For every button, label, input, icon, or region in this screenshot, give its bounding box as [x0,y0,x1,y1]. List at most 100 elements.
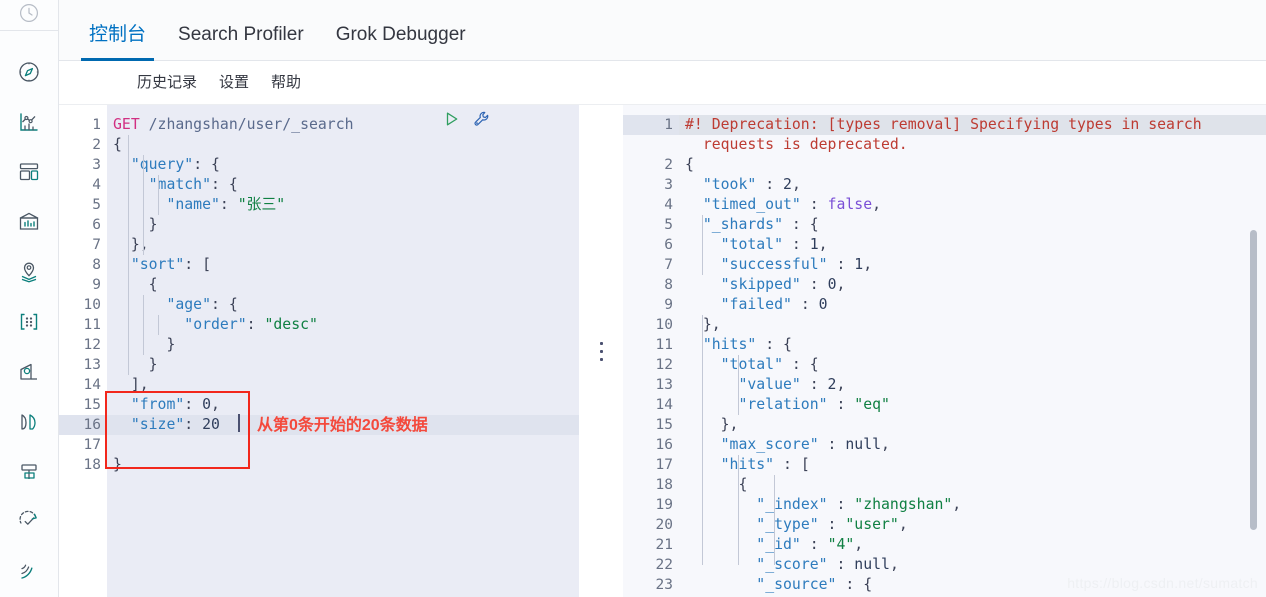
code-line[interactable]: "relation" : "eq" [679,395,1266,415]
code-token: , [952,496,962,513]
sidebar-item-apm[interactable] [0,447,59,497]
indent-guide [702,215,703,275]
subnav-item-settings[interactable]: 设置 [219,75,249,90]
code-line[interactable]: "failed" : 0 [679,295,1266,315]
code-line[interactable]: "name": "张三" [107,195,579,215]
code-line[interactable]: "_score" : null, [679,555,1266,575]
sidebar-item-canvas[interactable] [0,197,59,247]
line-number: 13 [655,377,673,393]
code-line[interactable]: #! Deprecation: [types removal] Specifyi… [679,115,1266,135]
line-number: 9▼ [59,275,120,295]
code-line[interactable]: "from": 0, [107,395,579,415]
code-line[interactable]: { [107,275,579,295]
sidebar-item-visualize[interactable] [0,97,59,147]
code-line[interactable]: "hits" : [ [679,455,1266,475]
sidebar-item-maps[interactable] [0,247,59,297]
code-token: , [211,396,220,413]
code-token: : { [211,176,238,193]
code-token: 20 [202,416,220,433]
code-line[interactable]: "successful" : 1, [679,255,1266,275]
code-line[interactable]: "max_score" : null, [679,435,1266,455]
code-line[interactable]: }, [107,235,579,255]
response-gutter[interactable]: 12▼345▼678910▲11▼12▼131415▲1617▼18▼19202… [623,105,692,597]
code-line[interactable]: }, [679,415,1266,435]
discover-icon [17,60,41,84]
code-line[interactable]: GET /zhangshan/user/_search [107,115,579,135]
recently-viewed-button[interactable] [0,0,58,31]
code-line[interactable]: "timed_out" : false, [679,195,1266,215]
play-icon[interactable] [443,110,461,134]
line-number: 14 [655,397,673,413]
sidebar-item-infrastructure[interactable] [0,347,59,397]
sidebar-item-machine-learning[interactable] [0,297,59,347]
code-line[interactable]: } [107,335,579,355]
line-number: 23▼ [623,575,692,595]
code-line[interactable]: { [679,475,1266,495]
wrench-icon[interactable] [473,110,492,134]
code-token: , [836,376,846,393]
code-line[interactable] [107,435,579,455]
code-line[interactable]: "total" : { [679,355,1266,375]
subnav-item-history[interactable]: 历史记录 [137,75,197,90]
code-line[interactable]: "match": { [107,175,579,195]
code-line[interactable]: { [107,135,579,155]
tab-grok-debugger[interactable]: Grok Debugger [320,25,482,60]
response-scrollbar[interactable] [1250,230,1257,530]
code-line[interactable]: "order": "desc" [107,315,579,335]
code-line[interactable]: { [679,155,1266,175]
indent-guide [738,455,739,565]
code-line[interactable]: "hits" : { [679,335,1266,355]
tab-console[interactable]: 控制台 [73,25,162,61]
code-line[interactable]: "age": { [107,295,579,315]
sidebar-item-siem[interactable] [0,547,59,597]
line-number: 13▲ [59,355,120,375]
sidebar-item-uptime[interactable] [0,497,59,547]
sidebar-item-logs[interactable] [0,397,59,447]
subnav-item-help[interactable]: 帮助 [271,75,301,90]
code-line[interactable]: "sort": [ [107,255,579,275]
code-token: : [827,396,855,413]
code-token: "zhangshan" [854,496,953,513]
code-line[interactable]: "_id" : "4", [679,535,1266,555]
code-line[interactable]: "_type" : "user", [679,515,1266,535]
code-token: } [113,356,158,373]
code-token: ], [113,376,149,393]
request-gutter[interactable]: 1 2▼3▼4▼ 5 6▲7▲8▼9▼10▼ 11 12▲13▲14▲ 15 16 17 18▲ [59,105,120,597]
pane-splitter[interactable] [579,105,623,597]
code-token: : { [836,576,873,593]
code-token: , [836,276,846,293]
code-line[interactable]: "value" : 2, [679,375,1266,395]
code-line[interactable]: "total" : 1, [679,235,1266,255]
response-code[interactable]: #! Deprecation: [types removal] Specifyi… [679,105,1266,597]
code-line[interactable]: "_index" : "zhangshan", [679,495,1266,515]
code-line[interactable]: "_shards" : { [679,215,1266,235]
sidebar-item-discover[interactable] [0,47,59,97]
code-line[interactable]: ], [107,375,579,395]
code-line[interactable]: requests is deprecated. [679,135,1266,155]
line-number: 11▼ [623,335,692,355]
code-line[interactable]: "took" : 2, [679,175,1266,195]
code-token: 0 [818,296,828,313]
code-line[interactable]: "query": { [107,155,579,175]
request-editor[interactable]: 12▼3▼4▼56▲7▲8▼9▼10▼1112▲13▲14▲15161718▲ … [59,105,579,597]
code-line[interactable]: } [107,455,579,475]
tab-search-profiler[interactable]: Search Profiler [162,25,320,60]
line-number: 1 [623,115,679,135]
sidebar-item-dashboard[interactable] [0,147,59,197]
code-line[interactable]: "skipped" : 0, [679,275,1266,295]
code-token: "total" [720,236,783,253]
request-code[interactable]: GET /zhangshan/user/_search{ "query": { … [107,105,579,597]
dashboard-icon [17,160,41,184]
code-token: { [113,276,158,293]
code-line[interactable]: } [107,215,579,235]
code-token: "_id" [756,536,801,553]
code-line[interactable]: } [107,355,579,375]
code-line[interactable]: }, [679,315,1266,335]
response-editor[interactable]: 12▼345▼678910▲11▼12▼131415▲1617▼18▼19202… [623,105,1266,597]
